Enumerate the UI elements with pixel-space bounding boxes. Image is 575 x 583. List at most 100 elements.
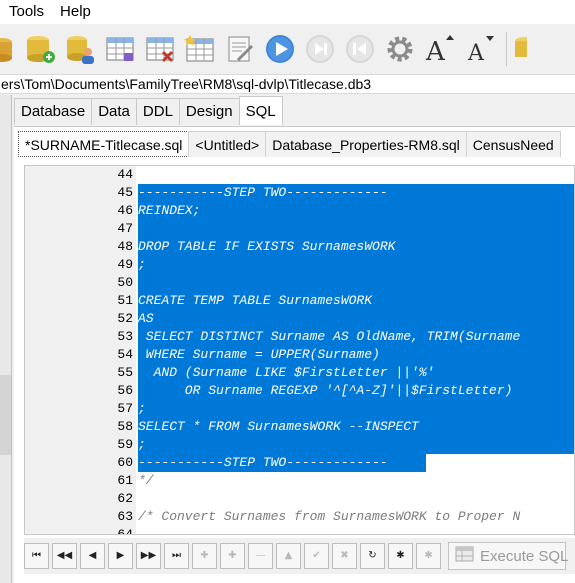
sql-editor[interactable]: 44 45 -----------STEP TWO------------- 46 RE… <box>24 165 575 535</box>
line-number: 57 <box>117 401 133 416</box>
code-text: AND (Surname LIKE $FirstLetter ||'%' <box>138 365 435 380</box>
editor-line[interactable]: 55 AND (Surname LIKE $FirstLetter ||'%' <box>25 364 574 382</box>
refresh-icon: ↻ <box>368 550 377 561</box>
cancel-edit-button[interactable]: ✖ <box>332 543 357 569</box>
database-user-icon[interactable] <box>64 33 96 65</box>
editor-line[interactable]: 62 <box>25 490 574 508</box>
menu-tools[interactable]: Tools <box>0 0 52 24</box>
run-icon[interactable] <box>264 33 296 65</box>
selection-highlight <box>138 274 574 292</box>
step-icon[interactable] <box>304 33 336 65</box>
code-text: */ <box>138 473 154 488</box>
tab-database[interactable]: Database <box>14 98 93 125</box>
editor-line[interactable]: 56 OR Surname REGEXP '^[^A-Z]'||$FirstLe… <box>25 382 574 400</box>
last-record-button[interactable]: ⏭ <box>164 543 189 569</box>
selection-highlight <box>138 400 574 418</box>
editor-line[interactable]: 58 SELECT * FROM SurnamesWORK --INSPECT <box>25 418 574 436</box>
insert-record-button[interactable]: ✚ <box>192 543 217 569</box>
database-open-icon[interactable] <box>513 33 527 65</box>
font-increase-icon[interactable]: A <box>424 33 456 65</box>
edit-record-button[interactable]: ▲ <box>276 543 301 569</box>
file-tab-database-properties[interactable]: Database_Properties-RM8.sql <box>265 131 467 157</box>
line-number: 61 <box>117 473 133 488</box>
line-number: 56 <box>117 383 133 398</box>
navigator-bar: ⏮ ◀◀ ◀ ▶ ▶▶ ⏭ ✚ ✚ — ▲ ✔ ✖ ↻ ✱ ✱ Execute SQL <box>24 538 575 574</box>
tab-data[interactable]: Data <box>91 98 137 125</box>
line-number: 51 <box>117 293 133 308</box>
menu-bar: Tools Help <box>0 0 575 24</box>
file-tab-untitled[interactable]: <Untitled> <box>188 131 267 157</box>
first-record-button[interactable]: ⏮ <box>24 543 49 569</box>
table-edit-icon[interactable] <box>144 33 176 65</box>
prev-page-button[interactable]: ◀◀ <box>52 543 77 569</box>
editor-line[interactable]: 57; <box>25 400 574 418</box>
editor-line[interactable]: 54 WHERE Surname = UPPER(Surname) <box>25 346 574 364</box>
cancel-updates-button[interactable]: ✱ <box>416 543 441 569</box>
settings-icon[interactable] <box>384 33 416 65</box>
editor-line[interactable]: 45 -----------STEP TWO------------- <box>25 184 574 202</box>
code-text: -----------STEP TWO------------- <box>138 185 388 200</box>
execute-sql-button[interactable]: Execute SQL <box>448 542 568 570</box>
restart-icon[interactable] <box>344 33 376 65</box>
line-number: 59 <box>117 437 133 452</box>
next-record-icon: ▶ <box>116 550 125 561</box>
file-tab-surname-titlecase[interactable]: *SURNAME-Titlecase.sql <box>18 131 190 157</box>
prev-record-button[interactable]: ◀ <box>80 543 105 569</box>
apply-updates-button[interactable]: ✱ <box>388 543 413 569</box>
database-add-icon[interactable] <box>24 33 56 65</box>
first-record-icon: ⏮ <box>32 550 41 561</box>
editor-line[interactable]: 48 DROP TABLE IF EXISTS SurnamesWORK <box>25 238 574 256</box>
code-text: OR Surname REGEXP '^[^A-Z]'||$FirstLette… <box>138 383 513 398</box>
line-number: 44 <box>117 167 133 182</box>
refresh-button[interactable]: ↻ <box>360 543 385 569</box>
next-record-button[interactable]: ▶ <box>108 543 133 569</box>
code-text: DROP TABLE IF EXISTS SurnamesWORK <box>138 239 396 254</box>
code-text: /* Convert Surnames from SurnamesWORK to… <box>138 509 521 524</box>
app-window: { "menu": { "items": ["Tools", "Help"] }… <box>0 0 575 583</box>
code-text: SELECT * FROM SurnamesWORK --INSPECT <box>138 419 419 434</box>
selection-highlight <box>138 256 574 274</box>
left-pane-scrollbar[interactable] <box>0 375 11 455</box>
database-open-icon[interactable] <box>0 33 12 65</box>
tab-ddl[interactable]: DDL <box>135 98 180 125</box>
editor-line[interactable]: 64 <box>25 526 574 534</box>
tab-design[interactable]: Design <box>178 98 240 125</box>
code-text: ; <box>138 437 146 452</box>
delete-record-button[interactable]: — <box>248 543 273 569</box>
line-number: 45 <box>117 185 133 200</box>
tab-sql[interactable]: SQL <box>238 96 283 125</box>
svg-text:A: A <box>467 41 485 65</box>
editor-line[interactable]: 46 REINDEX; <box>25 202 574 220</box>
line-number: 58 <box>117 419 133 434</box>
sql-edit-icon[interactable] <box>224 33 256 65</box>
code-text: AS <box>138 311 154 326</box>
code-text: -----------STEP TWO------------- <box>138 455 388 470</box>
editor-line[interactable]: 44 <box>25 166 574 184</box>
selection-highlight <box>138 220 574 238</box>
editor-line[interactable]: 61 */ <box>25 472 574 490</box>
insert-after-button[interactable]: ✚ <box>220 543 245 569</box>
editor-line[interactable]: 59; <box>25 436 574 454</box>
post-edit-icon: ✔ <box>312 550 321 561</box>
editor-line[interactable]: 50 <box>25 274 574 292</box>
line-number: 47 <box>117 221 133 236</box>
table-new-icon[interactable] <box>184 33 216 65</box>
editor-line[interactable]: 60 -----------STEP TWO------------- <box>25 454 574 472</box>
editor-line[interactable]: 47 <box>25 220 574 238</box>
code-text: REINDEX; <box>138 203 201 218</box>
table-grid-icon[interactable] <box>104 33 136 65</box>
last-record-icon: ⏭ <box>172 550 181 561</box>
font-decrease-icon[interactable]: A <box>464 33 496 65</box>
menu-help[interactable]: Help <box>52 0 99 24</box>
next-page-button[interactable]: ▶▶ <box>136 543 161 569</box>
post-edit-button[interactable]: ✔ <box>304 543 329 569</box>
editor-line[interactable]: 52 AS <box>25 310 574 328</box>
line-number: 60 <box>117 455 133 470</box>
editor-line[interactable]: 51 CREATE TEMP TABLE SurnamesWORK <box>25 292 574 310</box>
editor-line[interactable]: 53 SELECT DISTINCT Surname AS OldName, T… <box>25 328 574 346</box>
insert-after-icon: ✚ <box>228 550 237 561</box>
delete-record-icon: — <box>255 550 266 561</box>
editor-line[interactable]: 49; <box>25 256 574 274</box>
file-tab-census-need[interactable]: CensusNeed <box>465 131 561 157</box>
editor-line[interactable]: 63 /* Convert Surnames from SurnamesWORK … <box>25 508 574 526</box>
